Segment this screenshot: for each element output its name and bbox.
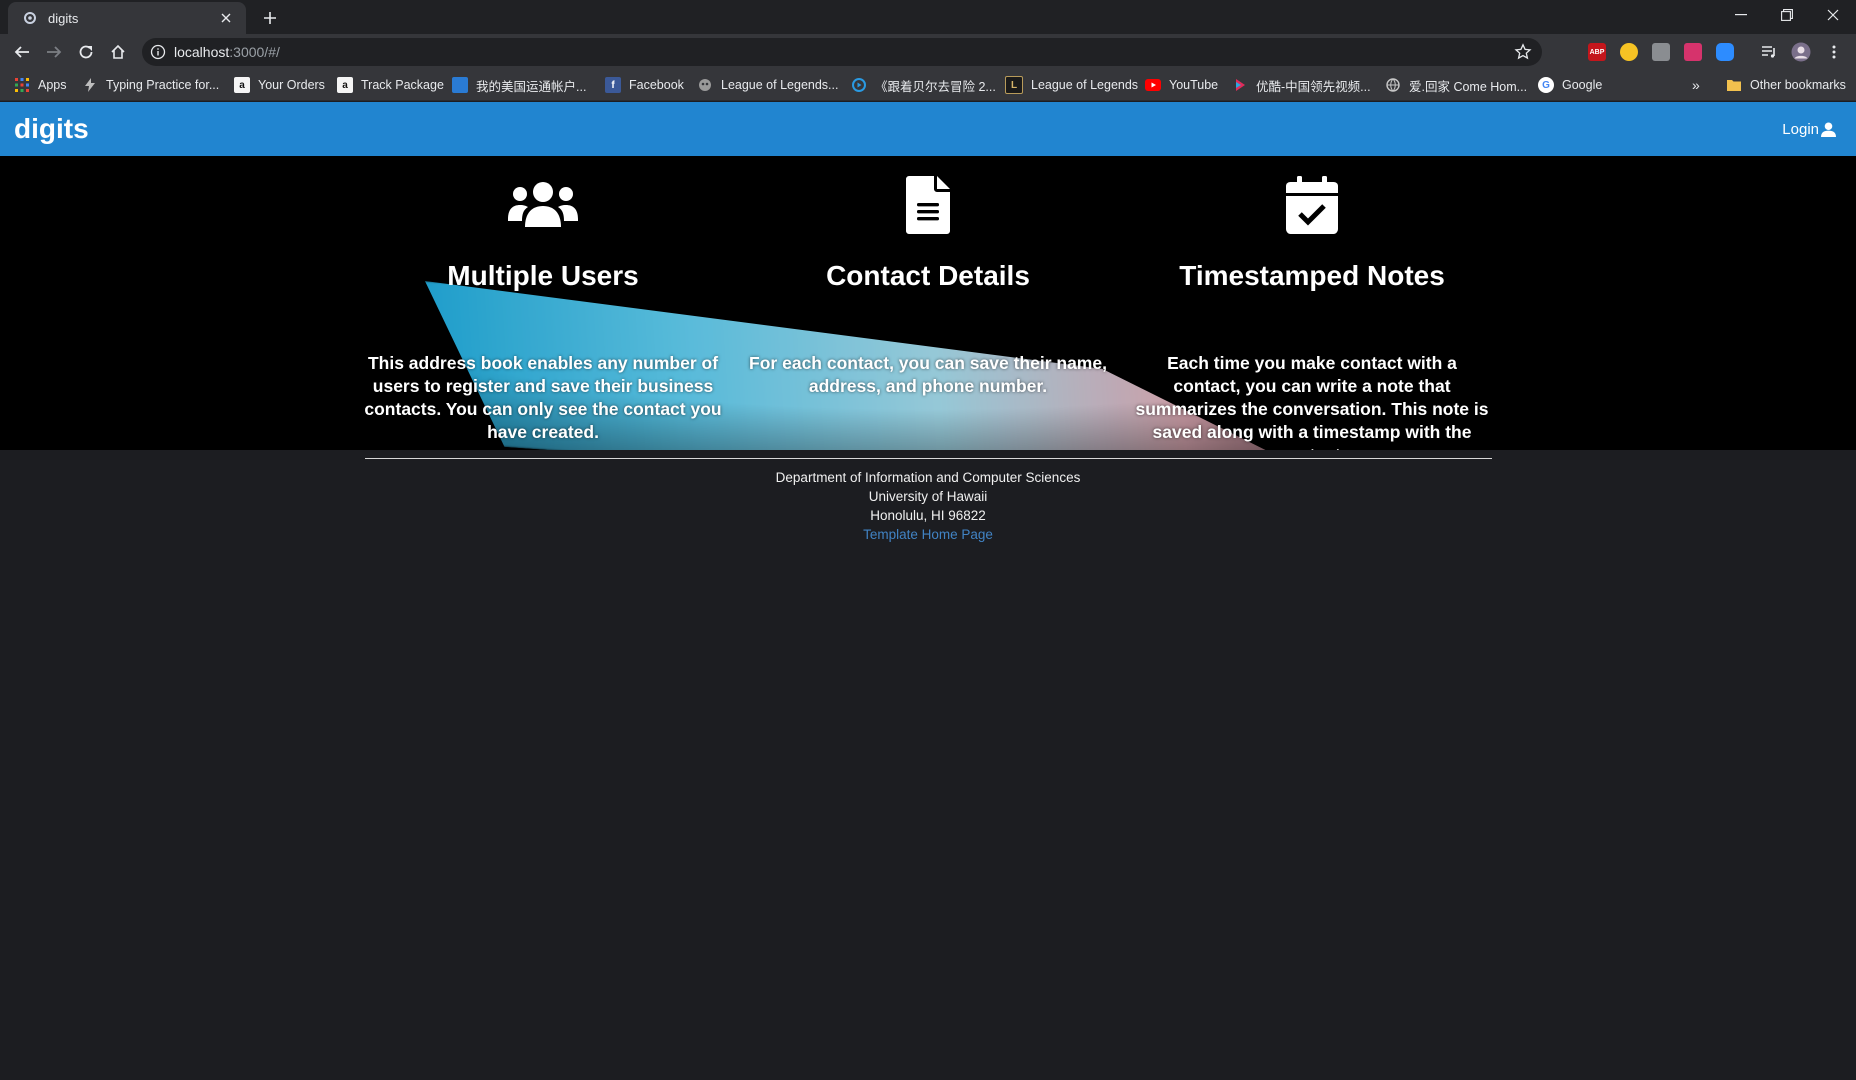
lol-l-icon: L bbox=[1005, 76, 1023, 94]
new-tab-button[interactable] bbox=[258, 6, 282, 30]
bolt-icon bbox=[82, 77, 98, 93]
bookmark-label: 《跟着贝尔去冒险 2... bbox=[875, 79, 996, 94]
facebook-icon: f bbox=[605, 77, 621, 93]
bookmarks-bar: Apps Typing Practice for... a Your Order… bbox=[0, 70, 1856, 101]
apps-grid-icon bbox=[14, 77, 30, 93]
browser-menu-icon[interactable] bbox=[1822, 40, 1846, 64]
profile-avatar[interactable] bbox=[1789, 40, 1813, 64]
hero-section: Multiple Users This address book enables… bbox=[0, 156, 1856, 450]
globe-icon bbox=[1385, 77, 1401, 93]
login-label: Login bbox=[1782, 121, 1819, 138]
forward-icon[interactable] bbox=[42, 40, 66, 64]
youku-icon bbox=[1232, 77, 1248, 93]
zoom-extension-icon[interactable] bbox=[1716, 43, 1734, 61]
adblock-extension-icon[interactable]: ABP bbox=[1588, 43, 1606, 61]
lol-icon bbox=[697, 77, 713, 93]
brand-logo[interactable]: digits bbox=[14, 113, 89, 145]
bookmark-facebook[interactable]: f Facebook bbox=[605, 76, 684, 94]
bookmark-video[interactable]: 《跟着贝尔去冒险 2... bbox=[851, 76, 996, 94]
top-navbar: digits Login bbox=[0, 102, 1856, 156]
back-icon[interactable] bbox=[10, 40, 34, 64]
bookmark-label: Google bbox=[1562, 78, 1603, 92]
google-icon: G bbox=[1538, 77, 1554, 93]
bookmark-label: YouTube bbox=[1169, 78, 1219, 92]
user-icon bbox=[1821, 122, 1836, 137]
browser-tab[interactable]: digits bbox=[8, 2, 246, 34]
feature-multiple-users: Multiple Users This address book enables… bbox=[363, 156, 723, 444]
bookmark-league-of-legends-2[interactable]: L League of Legends bbox=[1005, 76, 1138, 94]
reload-icon[interactable] bbox=[74, 40, 98, 64]
footer-divider bbox=[365, 458, 1492, 459]
feature-title: Timestamped Notes bbox=[1179, 260, 1445, 291]
feature-description: This address book enables any number of … bbox=[364, 353, 722, 442]
amex-icon bbox=[452, 77, 468, 93]
tab-favicon-icon bbox=[22, 10, 38, 26]
browser-toolbar: localhost:3000/#/ ABP bbox=[0, 34, 1856, 70]
address-bar[interactable]: localhost:3000/#/ bbox=[142, 38, 1542, 66]
bookmark-label: Your Orders bbox=[258, 78, 325, 92]
tab-strip: digits bbox=[0, 0, 1856, 34]
bookmark-amex[interactable]: 我的美国运通帐户... bbox=[452, 76, 586, 94]
shield-extension-icon[interactable] bbox=[1620, 43, 1638, 61]
feature-title: Contact Details bbox=[826, 260, 1030, 291]
bookmarks-overflow-chevron-icon[interactable]: » bbox=[1692, 76, 1700, 94]
footer-address: Honolulu, HI 96822 bbox=[870, 508, 986, 523]
bookmark-google[interactable]: G Google bbox=[1538, 76, 1602, 94]
footer-university: University of Hawaii bbox=[868, 489, 988, 504]
amazon-icon: a bbox=[337, 77, 353, 93]
bookmark-apps[interactable]: Apps bbox=[14, 76, 67, 94]
bookmark-label: 我的美国运通帐户... bbox=[476, 79, 587, 94]
bookmark-label: 优酷-中国领先视频... bbox=[1256, 79, 1371, 94]
bookmark-youtube[interactable]: YouTube bbox=[1145, 76, 1218, 94]
bookmark-star-icon[interactable] bbox=[1514, 43, 1532, 61]
bookmark-label: Typing Practice for... bbox=[106, 78, 220, 92]
youtube-icon bbox=[1145, 77, 1161, 93]
media-control-icon[interactable] bbox=[1757, 40, 1781, 64]
home-icon[interactable] bbox=[106, 40, 130, 64]
feature-description: Each time you make contact with a contac… bbox=[1135, 353, 1489, 450]
close-window-icon[interactable] bbox=[1810, 0, 1856, 30]
footer-department: Department of Information and Computer S… bbox=[775, 470, 1081, 485]
amazon-icon: a bbox=[234, 77, 250, 93]
bookmark-league-of-legends-1[interactable]: League of Legends... bbox=[697, 76, 838, 94]
template-home-page-link[interactable]: Template Home Page bbox=[863, 527, 993, 542]
other-bookmarks-label: Other bookmarks bbox=[1750, 78, 1846, 92]
site-info-icon[interactable] bbox=[150, 44, 166, 60]
bookmark-track-package[interactable]: a Track Package bbox=[337, 76, 444, 94]
url-text: localhost:3000/#/ bbox=[174, 44, 280, 60]
bookmark-label: 爱.回家 Come Hom... bbox=[1409, 79, 1528, 94]
feature-timestamped-notes: Timestamped Notes Each time you make con… bbox=[1132, 156, 1492, 450]
bookmark-label: Apps bbox=[38, 78, 67, 92]
bookmark-your-orders[interactable]: a Your Orders bbox=[234, 76, 325, 94]
tab-title: digits bbox=[48, 10, 79, 26]
restore-window-icon[interactable] bbox=[1764, 0, 1810, 30]
document-icon bbox=[748, 170, 1108, 240]
bookmark-typing-practice[interactable]: Typing Practice for... bbox=[82, 76, 219, 94]
bookmark-label: Facebook bbox=[629, 78, 684, 92]
off-extension-icon[interactable] bbox=[1684, 43, 1702, 61]
k-extension-icon[interactable] bbox=[1652, 43, 1670, 61]
calendar-check-icon bbox=[1132, 170, 1492, 240]
bookmark-youku[interactable]: 优酷-中国领先视频... bbox=[1232, 76, 1371, 94]
minimize-window-icon[interactable] bbox=[1718, 0, 1764, 30]
bookmark-label: League of Legends bbox=[1031, 78, 1139, 92]
video-icon bbox=[851, 77, 867, 93]
bookmark-come-home[interactable]: 爱.回家 Come Hom... bbox=[1385, 76, 1527, 94]
other-bookmarks-folder[interactable]: Other bookmarks bbox=[1726, 76, 1846, 94]
feature-contact-details: Contact Details For each contact, you ca… bbox=[748, 156, 1108, 398]
tab-close-icon[interactable] bbox=[216, 8, 236, 28]
users-icon bbox=[363, 170, 723, 240]
bookmark-label: Track Package bbox=[361, 78, 444, 92]
login-dropdown[interactable]: Login bbox=[1782, 121, 1836, 138]
footer: Department of Information and Computer S… bbox=[0, 468, 1856, 544]
feature-title: Multiple Users bbox=[447, 260, 639, 291]
feature-description: For each contact, you can save their nam… bbox=[749, 353, 1107, 396]
bookmark-label: League of Legends... bbox=[721, 78, 839, 92]
folder-icon bbox=[1726, 77, 1742, 93]
